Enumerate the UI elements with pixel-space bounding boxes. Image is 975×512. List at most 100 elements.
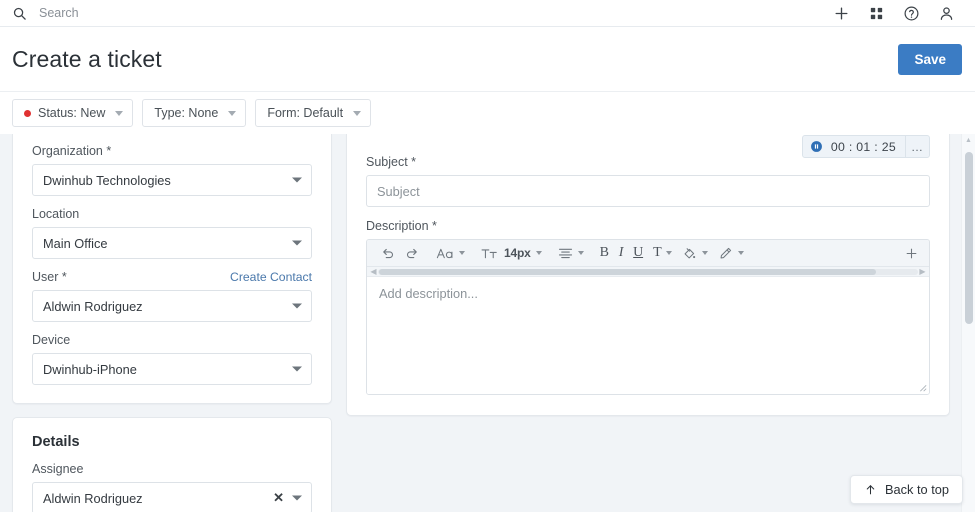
subject-label-text: Subject <box>366 155 408 169</box>
chevron-down-icon <box>292 303 302 309</box>
back-to-top-button[interactable]: Back to top <box>849 475 963 504</box>
form-columns: Organization * Dwinhub Technologies Loca… <box>0 134 975 512</box>
redo-button[interactable] <box>400 242 425 265</box>
organization-value: Dwinhub Technologies <box>43 172 171 188</box>
ticket-detail-card: 00 : 01 : 25 … Subject * Subject Descrip… <box>346 134 950 416</box>
time-tracking-widget: 00 : 01 : 25 … <box>801 135 930 158</box>
plus-icon[interactable] <box>833 5 850 22</box>
font-family-icon <box>436 248 453 258</box>
save-button[interactable]: Save <box>898 43 962 75</box>
assignee-label-row: Assignee <box>32 462 312 477</box>
bold-button[interactable]: B <box>595 242 614 265</box>
description-placeholder: Add description... <box>379 286 478 301</box>
device-select[interactable]: Dwinhub-iPhone <box>32 353 312 385</box>
editor-toolbar-scrollbar[interactable]: ◀ ▶ <box>367 267 929 277</box>
grid-apps-icon[interactable] <box>868 5 885 22</box>
topbar-search-area <box>12 6 833 21</box>
chevron-down-icon <box>292 177 302 183</box>
chevron-down-icon <box>115 110 124 116</box>
description-textarea[interactable]: Add description... <box>367 277 929 394</box>
toolbar-scroll-track[interactable] <box>378 268 918 275</box>
resize-grip-icon[interactable] <box>917 382 927 392</box>
subject-field: Subject * <box>366 155 930 207</box>
timer-more-button[interactable]: … <box>905 136 929 157</box>
required-asterisk: * <box>428 219 437 233</box>
ticket-detail-body: 00 : 01 : 25 … Subject * Subject Descrip… <box>347 134 949 415</box>
chevron-down-icon <box>535 251 542 255</box>
location-select[interactable]: Main Office <box>32 227 312 259</box>
user-value: Aldwin Rodriguez <box>43 298 143 314</box>
topbar-actions <box>833 5 963 22</box>
status-dropdown-label: Status: New <box>38 106 106 120</box>
text-color-icon: T <box>653 245 662 260</box>
organization-label: Organization * <box>32 144 111 159</box>
chevron-down-icon <box>702 251 709 255</box>
chevron-down-icon <box>292 366 302 372</box>
highlight-icon <box>721 247 732 258</box>
required-asterisk: * <box>102 144 112 158</box>
search-input[interactable] <box>39 6 299 20</box>
scroll-right-arrow-icon[interactable]: ▶ <box>918 267 927 276</box>
global-topbar <box>0 0 975 27</box>
toolbar-scroll-thumb[interactable] <box>379 268 876 275</box>
chevron-down-icon <box>292 240 302 246</box>
type-dropdown[interactable]: Type: None <box>142 99 247 127</box>
description-label-row: Description * <box>366 219 930 234</box>
undo-button[interactable] <box>375 242 400 265</box>
form-dropdown-label: Form: Default <box>267 106 344 120</box>
scroll-left-arrow-icon[interactable]: ◀ <box>369 267 378 276</box>
organization-select[interactable]: Dwinhub Technologies <box>32 164 312 196</box>
user-account-icon[interactable] <box>938 5 955 22</box>
required-asterisk: * <box>407 155 417 169</box>
status-dropdown[interactable]: Status: New <box>12 99 134 127</box>
underline-icon: U <box>633 245 644 260</box>
user-select[interactable]: Aldwin Rodriguez <box>32 290 312 322</box>
ticket-property-bar: Status: New Type: None Form: Default <box>0 92 975 134</box>
chevron-down-icon <box>353 110 362 116</box>
chevron-down-icon <box>292 495 302 501</box>
assignee-field: Assignee Aldwin Rodriguez ✕ <box>32 462 312 512</box>
chevron-down-icon <box>738 251 745 255</box>
pause-circle-icon <box>810 141 822 152</box>
highlight-button[interactable] <box>713 242 749 265</box>
timer-toggle-button[interactable]: 00 : 01 : 25 <box>803 136 905 157</box>
help-circle-icon[interactable] <box>903 5 920 22</box>
more-tools-button[interactable] <box>899 242 921 265</box>
chevron-down-icon <box>577 251 584 255</box>
font-size-icon <box>481 248 497 258</box>
chevron-down-icon <box>666 251 673 255</box>
underline-button[interactable]: U <box>628 242 648 265</box>
scroll-up-arrow-icon[interactable]: ▲ <box>962 134 975 147</box>
chevron-down-icon <box>459 251 465 255</box>
page-title: Create a ticket <box>12 45 162 72</box>
assignee-select[interactable]: Aldwin Rodriguez ✕ <box>32 482 312 512</box>
chevron-down-icon <box>228 110 237 116</box>
font-family-button[interactable] <box>431 242 470 265</box>
font-size-button[interactable]: 14px <box>476 242 547 265</box>
requester-card: Organization * Dwinhub Technologies Loca… <box>12 134 332 404</box>
align-button[interactable] <box>553 242 589 265</box>
search-icon[interactable] <box>12 6 27 21</box>
page-scrollbar[interactable]: ▲ <box>961 134 975 512</box>
page-scroll-thumb[interactable] <box>965 152 973 324</box>
italic-icon: I <box>618 245 624 260</box>
user-field: User * Create Contact Aldwin Rodriguez <box>32 270 312 322</box>
font-size-value: 14px <box>504 246 531 260</box>
fill-color-button[interactable] <box>677 242 713 265</box>
clear-assignee-icon[interactable]: ✕ <box>273 491 284 504</box>
create-contact-link[interactable]: Create Contact <box>230 270 312 284</box>
description-editor: 14px B I U T ◀ ▶ Add description... <box>366 239 930 395</box>
assignee-value: Aldwin Rodriguez <box>43 490 143 506</box>
location-field: Location Main Office <box>32 207 312 259</box>
ticket-form-content: Organization * Dwinhub Technologies Loca… <box>0 134 975 512</box>
subject-input[interactable] <box>366 175 930 207</box>
organization-label-text: Organization <box>32 144 103 158</box>
device-label-row: Device <box>32 333 312 348</box>
left-column: Organization * Dwinhub Technologies Loca… <box>12 134 332 512</box>
organization-field: Organization * Dwinhub Technologies <box>32 144 312 196</box>
italic-button[interactable]: I <box>614 242 628 265</box>
text-color-button[interactable]: T <box>648 242 677 265</box>
assignee-label: Assignee <box>32 462 84 476</box>
redo-icon <box>407 248 417 258</box>
form-dropdown[interactable]: Form: Default <box>255 99 372 127</box>
